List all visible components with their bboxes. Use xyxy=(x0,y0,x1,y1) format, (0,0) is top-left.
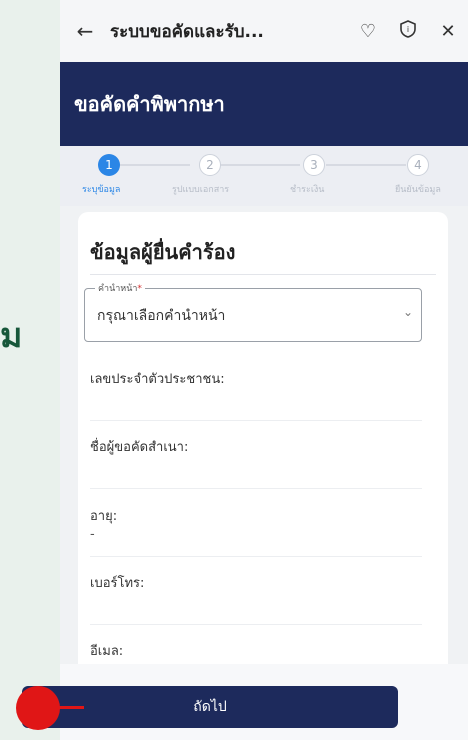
step-1-label: ระบุข้อมูล xyxy=(82,185,121,195)
prefix-select-value: กรุณาเลือกคำนำหน้า xyxy=(97,308,226,324)
page-title: ขอคัดคำพิพากษา xyxy=(74,92,225,116)
step-connector xyxy=(326,164,406,166)
step-4-label: ยืนยันข้อมูล xyxy=(395,185,441,195)
step-4-indicator: 4 xyxy=(407,154,429,176)
step-2-label: รูปแบบเอกสาร xyxy=(172,185,230,195)
background-panel xyxy=(0,0,60,740)
age-value: - xyxy=(90,527,95,542)
form-title: ข้อมูลผู้ยื่นคำร้อง xyxy=(90,240,236,264)
browser-bar: ← ระบบขอคัดและรับ... ♡ i ✕ xyxy=(60,0,468,62)
id-number-label: เลขประจำตัวประชาชน: xyxy=(90,372,225,387)
step-2-indicator: 2 xyxy=(199,154,221,176)
divider xyxy=(90,556,422,557)
email-label: อีเมล: xyxy=(90,644,124,659)
close-icon[interactable]: ✕ xyxy=(428,21,468,42)
annotation-line xyxy=(58,706,84,709)
prefix-select[interactable]: คำนำหน้า* กรุณาเลือกคำนำหน้า ⌄ xyxy=(84,281,422,342)
background-text: ม xyxy=(0,316,23,356)
page-header: ขอคัดคำพิพากษา xyxy=(60,62,468,146)
back-arrow-icon[interactable]: ← xyxy=(60,19,110,43)
divider xyxy=(90,488,422,489)
shield-icon[interactable]: i xyxy=(388,19,428,43)
chevron-down-icon: ⌄ xyxy=(402,305,413,319)
progress-stepper: 1 2 3 4 ระบุข้อมูล รูปแบบเอกสาร ชำระเงิน… xyxy=(60,146,468,206)
prefix-select-label: คำนำหน้า* xyxy=(95,281,145,295)
requester-name-label: ชื่อผู้ขอคัดสำเนา: xyxy=(90,440,189,455)
divider xyxy=(90,624,422,625)
divider xyxy=(90,420,422,421)
step-connector xyxy=(120,164,190,166)
step-connector xyxy=(220,164,300,166)
divider xyxy=(90,274,436,275)
step-3-indicator: 3 xyxy=(303,154,325,176)
step-3-label: ชำระเงิน xyxy=(290,185,325,195)
annotation-marker xyxy=(16,686,60,730)
phone-screen: ← ระบบขอคัดและรับ... ♡ i ✕ ขอคัดคำพิพากษ… xyxy=(60,0,468,740)
phone-label: เบอร์โทร: xyxy=(90,576,145,591)
svg-text:i: i xyxy=(407,25,409,34)
browser-title: ระบบขอคัดและรับ... xyxy=(110,21,264,42)
heart-icon[interactable]: ♡ xyxy=(348,21,388,42)
age-label: อายุ: xyxy=(90,509,118,524)
step-1-indicator: 1 xyxy=(98,154,120,176)
